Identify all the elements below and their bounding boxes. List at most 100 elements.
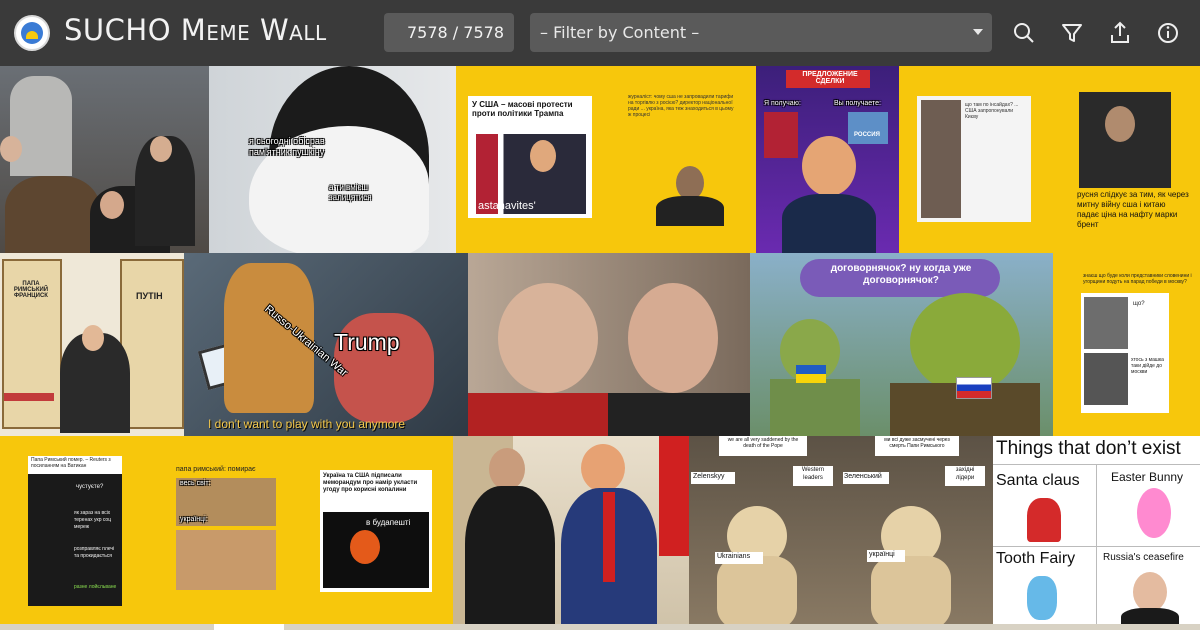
speech-text: договорнячок? ну когда уже договорнячок? [830, 263, 972, 286]
share-icon[interactable] [1105, 18, 1135, 48]
meme-caption: що? [1133, 301, 1145, 307]
filter-by-content-select[interactable]: – Filter by Content – [530, 13, 992, 52]
filter-icon[interactable] [1057, 18, 1087, 48]
news-card: що там по інсайдах? ... США запропонувал… [917, 96, 1031, 222]
next-row-card [214, 624, 284, 630]
person-face [802, 136, 856, 196]
top-bar: SUCHO Meme Wall 7578 / 7578 – Filter by … [0, 0, 1200, 66]
person-face [676, 166, 704, 200]
meme-caption: Trump [334, 329, 400, 355]
person-face [82, 325, 104, 351]
meme-tile-oil[interactable]: що там по інсайдах? ... США запропонувал… [899, 66, 1200, 253]
meme-caption: Tooth Fairy [996, 550, 1076, 567]
meme-caption: Russia's ceasefire [1103, 552, 1184, 563]
deal-image-left [764, 112, 798, 158]
meme-tile-things[interactable]: Things that don’t exist Santa claus East… [993, 436, 1200, 630]
meme-caption: я сьогодні обісрав [249, 136, 325, 146]
meme-caption: ми всі дуже засмучені через смерть Папи … [884, 437, 950, 449]
meme-caption: чустуєте? [76, 484, 104, 490]
news-caption: astanavites' [478, 200, 536, 212]
news-text-block: журналіст: чому сша не запровадили тариф… [628, 94, 734, 118]
soil [5, 176, 100, 253]
fairy-figure [1027, 576, 1057, 620]
meme-tile-shrek[interactable]: договорнячок? ну когда уже договорнячок? [750, 253, 1053, 436]
meme-tile-hitler[interactable]: знаєш що буде коли представники словенин… [1053, 253, 1200, 436]
bunny-figure [1137, 488, 1171, 538]
blood-splash [4, 393, 54, 401]
meme-caption: Western leaders [801, 467, 825, 481]
flag [659, 436, 689, 556]
meme-caption: Зеленський [844, 473, 882, 480]
photo [1084, 297, 1128, 349]
news-card: У США – масові протести проти політики Т… [468, 96, 592, 218]
info-icon[interactable] [1153, 18, 1183, 48]
divider [993, 546, 1200, 547]
meme-caption: Santa claus [996, 472, 1080, 489]
meme-tile-oval-office[interactable] [453, 436, 689, 630]
person-face [0, 136, 22, 162]
meme-tile-toy-story[interactable]: Russo-Ukrainian War Trump I don't want t… [184, 253, 468, 436]
meme-caption: хтось з машка таки дійде до москви [1131, 357, 1164, 375]
meme-caption: we are all very saddened by the death of… [727, 437, 799, 449]
meme-card: що? хтось з машка таки дійде до москви [1081, 293, 1169, 413]
person-suit [782, 194, 876, 253]
meme-caption: Zelenskyy [693, 473, 725, 480]
person-face [150, 136, 172, 162]
meme-caption: українці [869, 551, 895, 558]
news-title: У США – масові протести проти політики Т… [472, 100, 573, 118]
santa-figure [1027, 498, 1061, 542]
meme-tile-dog-en[interactable]: we are all very saddened by the death of… [689, 436, 841, 630]
meme-tile-pope-collage[interactable]: Папа Римський помер. – Reuters з посилан… [0, 436, 453, 630]
dark-suit [608, 393, 750, 436]
search-icon[interactable] [1009, 18, 1039, 48]
page-title: SUCHO Meme Wall [64, 13, 327, 47]
red-robe [468, 393, 608, 436]
news-title: Україна та США підписали меморандум про … [323, 473, 418, 493]
deal-label: Вы получаете: [834, 100, 881, 107]
meme-tile-pigeons[interactable]: я сьогодні обісрав пам'ятник пушкіну а т… [209, 66, 456, 253]
meme-caption: як зараз на всіх теренах укр соц мереж [74, 510, 112, 530]
meme-caption: разне лойєльване [74, 584, 117, 590]
gandalf-card: Папа Римський помер. – Reuters з посилан… [28, 456, 122, 606]
meme-caption: українці: [180, 516, 208, 523]
person-face [100, 191, 124, 219]
person-face [628, 283, 718, 393]
flag-ukraine [796, 365, 826, 383]
door-label: ПУТІН [136, 291, 163, 301]
deal-russia-label: РОССИЯ [854, 132, 880, 138]
meme-tile-usa-protests[interactable]: У США – масові протести проти політики Т… [456, 66, 756, 253]
meme-tile-grave[interactable] [0, 66, 209, 253]
meme-tile-dog-ua[interactable]: ми всі дуже засмучені через смерть Папи … [841, 436, 993, 630]
person-face [498, 283, 598, 393]
sucho-logo[interactable] [14, 15, 50, 51]
person-face [489, 448, 525, 490]
meme-caption: Ukrainians [717, 553, 751, 560]
person-face [530, 140, 556, 172]
dog-body [871, 556, 951, 630]
card-title: Папа Римський помер. – Reuters з посилан… [31, 457, 111, 469]
news-caption: в будапешті [366, 518, 411, 527]
person-face [1105, 106, 1135, 142]
meme-caption: русня слідкує за тим, як через митну вій… [1077, 190, 1189, 229]
meme-caption: I don't want to play with you anymore [208, 417, 406, 431]
meme-tile-deal[interactable]: ПРЕДЛОЖЕНИЕ СДЕЛКИ Я получаю: Вы получае… [756, 66, 899, 253]
deal-image-right [848, 112, 888, 144]
filter-placeholder: – Filter by Content – [540, 23, 700, 42]
person-face [350, 530, 380, 564]
next-row-strip [0, 624, 1200, 630]
deal-banner-text: ПРЕДЛОЖЕНИЕ СДЕЛКИ [802, 71, 858, 85]
gravestone [10, 76, 72, 176]
meme-tile-faces[interactable] [468, 253, 750, 436]
photo [1084, 353, 1128, 405]
news-card: Україна та США підписали меморандум про … [320, 470, 432, 592]
meme-tile-doors[interactable]: ПАПА РИМСЬКИЙ ФРАНЦИСК ПУТІН [0, 253, 184, 436]
meme-caption: залицятися [329, 193, 372, 202]
tie [603, 492, 615, 582]
divider [1096, 464, 1097, 630]
person-suit [465, 486, 555, 630]
fiona-body [770, 379, 860, 436]
meme-counter-input[interactable]: 7578 / 7578 [384, 13, 514, 52]
meme-caption: весь світ: [180, 480, 211, 487]
meme-caption: папа римський: помирає [176, 466, 256, 473]
person-face [1133, 572, 1167, 612]
